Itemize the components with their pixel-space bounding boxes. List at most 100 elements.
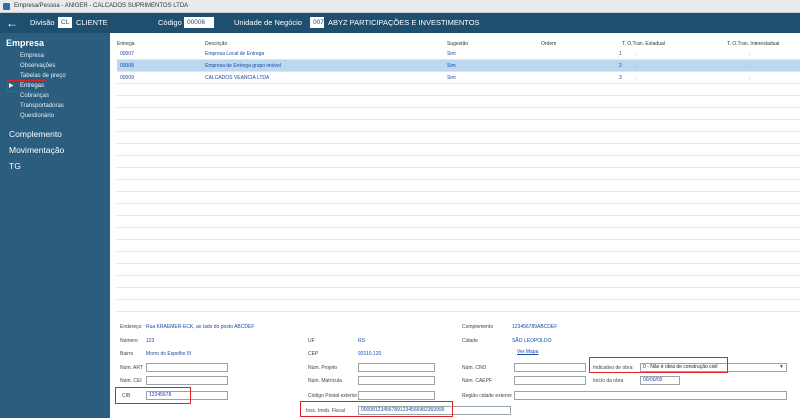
arrow-left-icon[interactable]: ← [6, 16, 18, 30]
empty-row [117, 264, 800, 276]
numero-value: 123 [146, 338, 155, 344]
num-caepf-label: Núm. CAEPF [462, 378, 493, 384]
cod-postal-exterior-input[interactable] [358, 391, 435, 400]
cell-descricao: CALCADOS VEANCIA LTDA [205, 75, 270, 81]
cell-ordem: 2 [619, 63, 622, 69]
empty-row [117, 276, 800, 288]
unidade-label: Unidade de Negócio [234, 18, 302, 27]
divisao-name: CLIENTE [76, 18, 108, 27]
sidebar-title: Empresa [6, 38, 45, 48]
table-row[interactable]: 00009 CALCADOS VEANCIA LTDA Sim 3 . . [117, 72, 800, 84]
codigo-label: Código [158, 18, 182, 27]
num-art-label: Núm. ART [120, 365, 143, 371]
window-title: Empresa/Pessoa - ANIGER - CALCADOS SUPRI… [14, 3, 189, 9]
num-projeto-input[interactable] [358, 363, 435, 372]
sidebar-item-observacoes[interactable]: Observações [0, 61, 110, 71]
cell-interestadual: . [749, 51, 751, 57]
cell-sugestao: Sim [447, 63, 456, 69]
empty-row [117, 156, 800, 168]
empty-row [117, 204, 800, 216]
chevron-down-icon: ▼ [779, 364, 784, 370]
cell-sugestao: Sim [447, 51, 456, 57]
inicio-obra-label: Início da obra [593, 378, 624, 384]
sidebar-item-entregas[interactable]: ▶ Entregas [0, 80, 110, 92]
num-cei-input[interactable] [146, 376, 228, 385]
inicio-obra-input[interactable]: 00/00/00 [640, 376, 680, 385]
sidebar-item-transportadoras[interactable]: Transportadoras [0, 101, 110, 111]
sidebar-item-cobrancas[interactable]: Cobranças [0, 91, 110, 101]
highlight-box [300, 401, 453, 417]
entregas-grid: Entrega Descrição Sugestão Ordem T. O.Tr… [117, 40, 800, 312]
cidade-value: SÃO LEOPOLDO [512, 338, 552, 344]
unidade-code-field[interactable]: 007 [310, 17, 324, 28]
cell-entrega: 00008 [120, 63, 134, 69]
table-row[interactable]: 00007 Empresa Local de Entrega Sim 1 . . [117, 48, 800, 60]
cell-entrega: 00009 [120, 75, 134, 81]
bairro-value: Morro do Espelho III [146, 351, 192, 357]
empty-row [117, 168, 800, 180]
endereco-label: Endereço [120, 324, 142, 330]
cell-ordem: 3 [619, 75, 622, 81]
cep-value: 93110.120 [358, 351, 382, 357]
cell-descricao: Empresa Local de Entrega [205, 51, 265, 57]
regiao-cidade-exterior-input[interactable] [514, 391, 787, 400]
highlight-box [589, 357, 728, 373]
complemento-label: Complemento [462, 324, 494, 330]
window-titlebar: Empresa/Pessoa - ANIGER - CALCADOS SUPRI… [0, 0, 800, 13]
cidade-label: Cidade [462, 338, 478, 344]
codigo-field[interactable]: 00006 [184, 17, 214, 28]
empty-row [117, 84, 800, 96]
uf-value: RS [358, 338, 365, 344]
uf-label: UF [308, 338, 315, 344]
empty-row [117, 108, 800, 120]
regiao-cidade-exterior-label: Região cidade exterior [462, 393, 513, 399]
cep-label: CEP [308, 351, 319, 357]
empty-row [117, 192, 800, 204]
num-cno-input[interactable] [514, 363, 586, 372]
endereco-value: Rua KRAEMER-ECK, ao lado do posto ABCDEF [146, 324, 255, 330]
app-icon [3, 3, 10, 10]
empty-row [117, 216, 800, 228]
column-header-sugestao[interactable]: Sugestão [447, 41, 468, 47]
cell-interestadual: . [749, 63, 751, 69]
num-cno-label: Núm. CNO [462, 365, 487, 371]
empty-row [117, 228, 800, 240]
empty-row [117, 144, 800, 156]
sidebar-item-questionario[interactable]: Questionário [0, 111, 110, 121]
column-header-ordem[interactable]: Ordem [541, 41, 556, 47]
cod-postal-exterior-label: Código Postal exterior [308, 393, 358, 399]
empty-row [117, 288, 800, 300]
column-header-interestadual[interactable]: T. O.Tran. Interestadual [727, 41, 779, 47]
address-form: Endereço Rua KRAEMER-ECK, ao lado do pos… [115, 318, 800, 418]
num-caepf-input[interactable] [514, 376, 586, 385]
unidade-name: ABYZ PARTICIPAÇÕES E INVESTIMENTOS [328, 18, 480, 27]
cell-entrega: 00007 [120, 51, 134, 57]
cell-ordem: 1 [619, 51, 622, 57]
record-header: ← Divisão CL CLIENTE Código 00006 Unidad… [0, 13, 800, 33]
column-header-entrega[interactable]: Entrega [117, 41, 135, 47]
sidebar-item-empresa[interactable]: Empresa [0, 51, 110, 61]
caret-right-icon: ▶ [9, 83, 14, 89]
empty-row [117, 240, 800, 252]
num-art-input[interactable] [146, 363, 228, 372]
cell-estadual: . [635, 75, 637, 81]
numero-label: Número [120, 338, 138, 344]
grid-header: Entrega Descrição Sugestão Ordem T. O.Tr… [117, 40, 800, 48]
sidebar-section-movimentacao[interactable]: Movimentação [0, 142, 110, 158]
table-row-selected[interactable]: 00008 Empresa de Entrega grupo imóvel Si… [117, 60, 800, 72]
num-matricula-input[interactable] [358, 376, 435, 385]
num-matricula-label: Núm. Matrícula [308, 378, 342, 384]
sidebar-section-tg[interactable]: TG [0, 158, 110, 174]
column-header-descricao[interactable]: Descrição [205, 41, 227, 47]
empty-row [117, 300, 800, 312]
empty-row [117, 96, 800, 108]
cell-estadual: . [635, 63, 637, 69]
cell-interestadual: . [749, 75, 751, 81]
cell-sugestao: Sim [447, 75, 456, 81]
divisao-code-field[interactable]: CL [58, 17, 72, 28]
sidebar-section-complemento[interactable]: Complemento [0, 126, 110, 142]
empty-row [117, 120, 800, 132]
num-cei-label: Núm. CEI [120, 378, 142, 384]
column-header-estadual[interactable]: T. O.Tran. Estadual [622, 41, 665, 47]
ver-mapa-link[interactable]: Ver Mapa [517, 349, 538, 355]
